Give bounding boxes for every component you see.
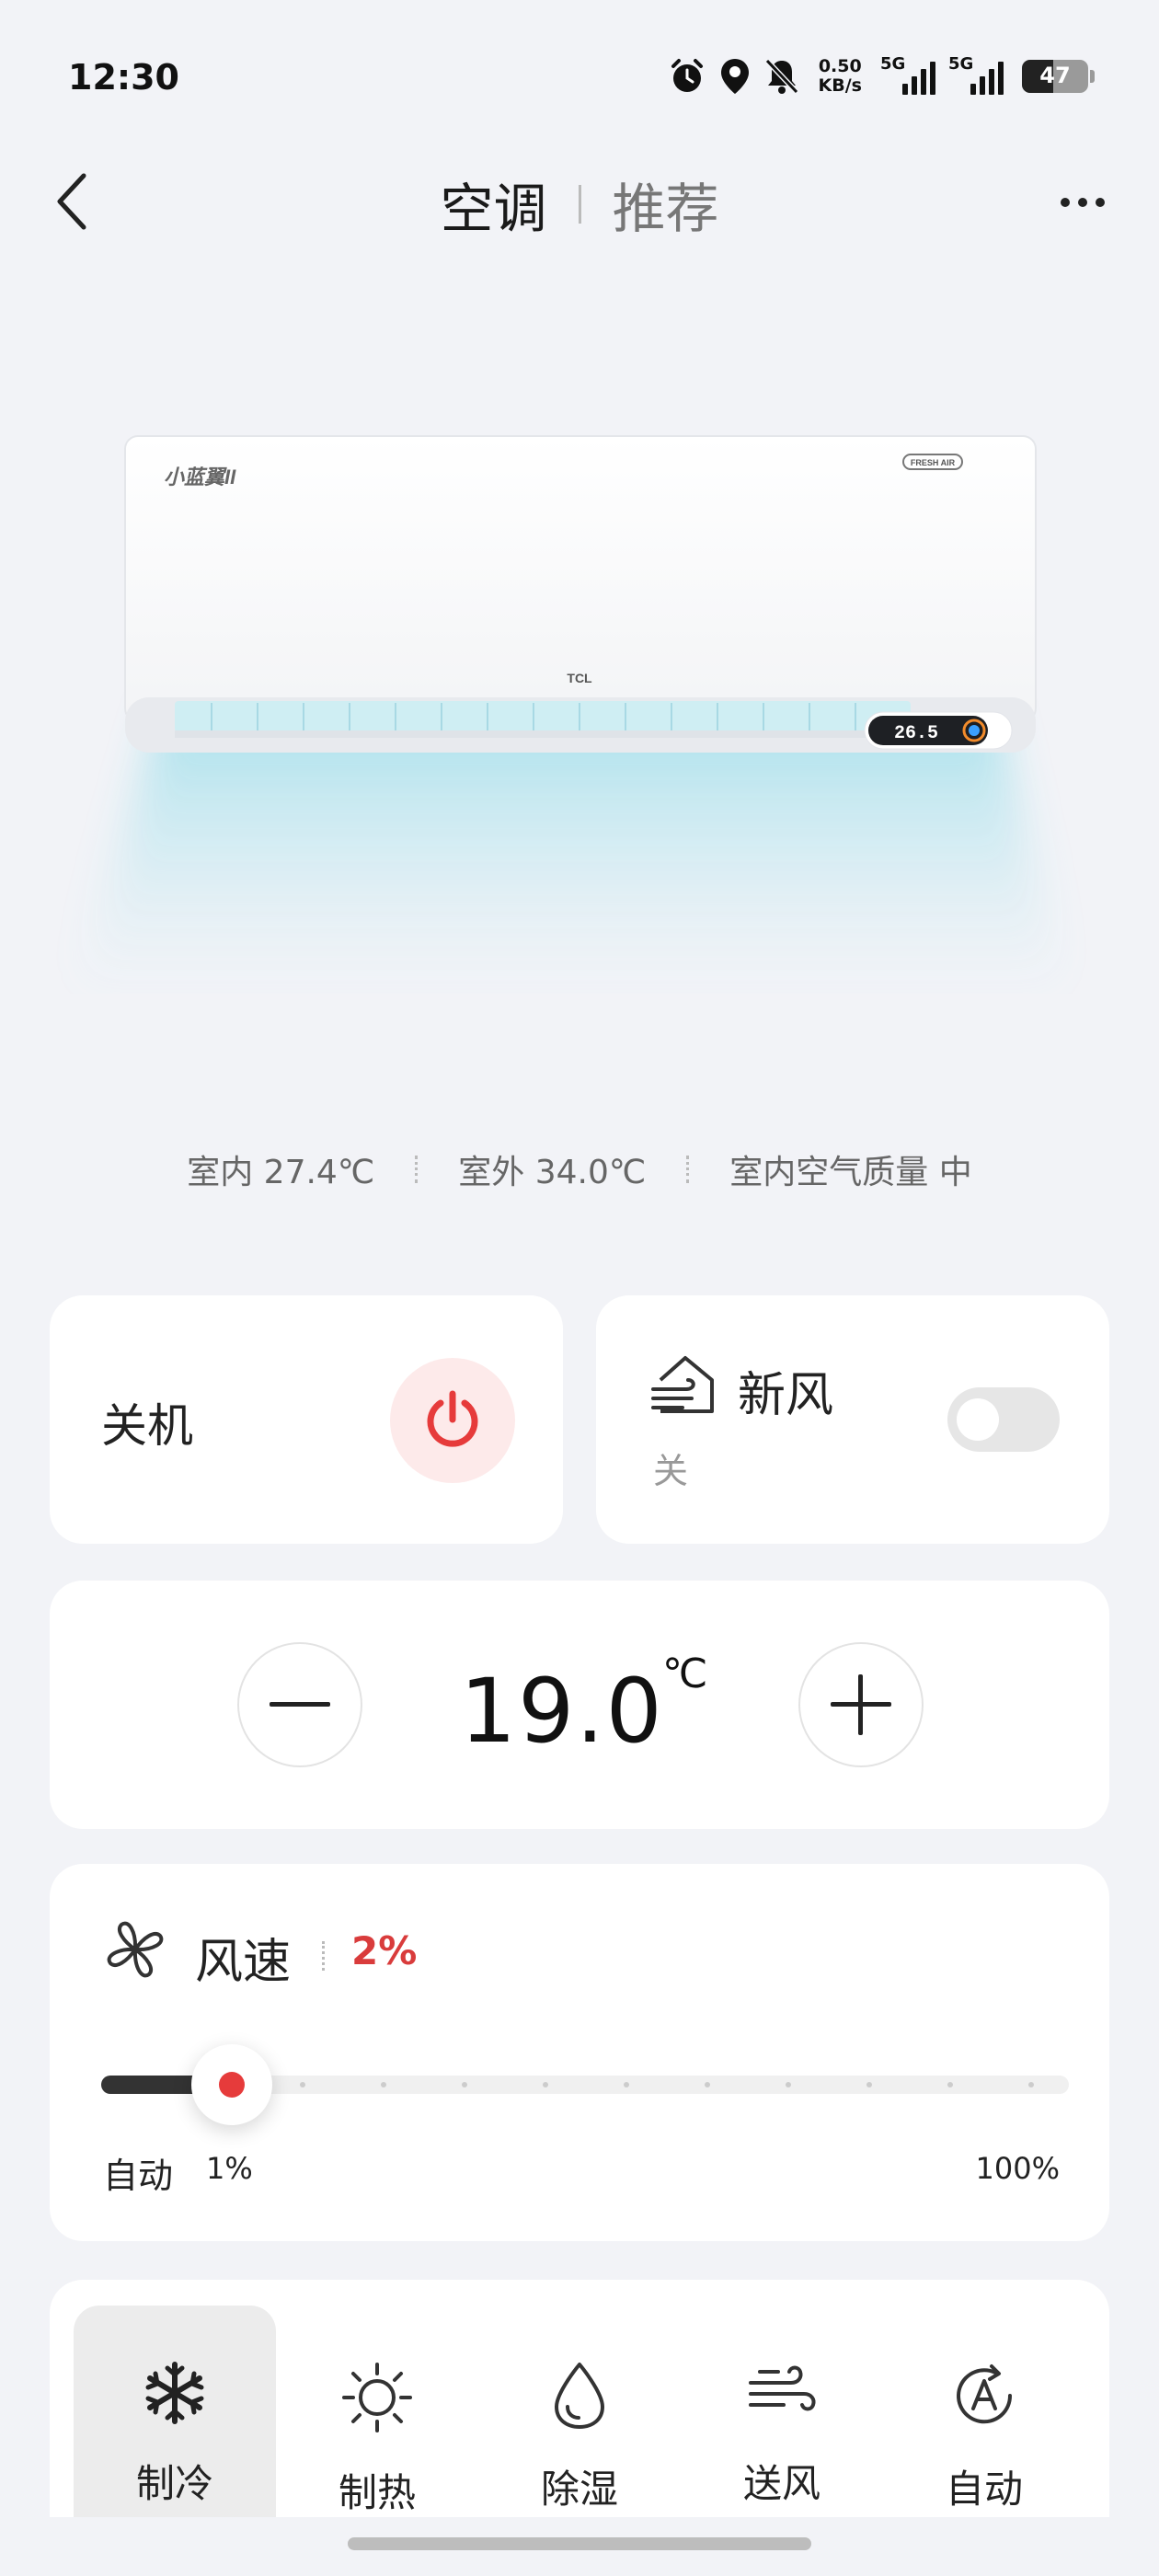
outdoor-temp: 室外 34.0℃	[458, 1154, 647, 1191]
location-icon	[720, 59, 749, 94]
fresh-air-status: 关	[653, 1451, 689, 1491]
power-button[interactable]	[390, 1358, 515, 1483]
slider-tick	[300, 2082, 305, 2087]
mode-fan[interactable]: 送风	[681, 2306, 883, 2545]
fresh-air-card: 新风 关	[596, 1295, 1109, 1544]
fresh-air-toggle[interactable]	[947, 1387, 1060, 1452]
temperature-card: 19.0 ℃	[50, 1581, 1109, 1829]
slider-tick	[624, 2082, 629, 2087]
fresh-air-icon	[651, 1356, 714, 1413]
slider-tick	[381, 2082, 386, 2087]
minus-icon	[270, 1702, 330, 1707]
power-card: 关机	[50, 1295, 563, 1544]
environment-info: 室内 27.4℃ 室外 34.0℃ 室内空气质量 中	[0, 1145, 1159, 1193]
power-label: 关机	[101, 1399, 193, 1453]
ac-fresh-air-badge: FRESH AIR	[911, 458, 956, 467]
mode-label: 除湿	[540, 2467, 618, 2512]
slider-tick	[947, 2082, 953, 2087]
water-drop-icon	[555, 2363, 604, 2429]
net-speed-value: 0.50	[818, 56, 862, 76]
snowflake-icon	[145, 2362, 204, 2424]
temperature-value: 19.0	[460, 1660, 664, 1763]
wind-icon	[749, 2365, 816, 2411]
mode-heat[interactable]: 制热	[276, 2306, 478, 2545]
status-icons: 0.50 KB/s 5G 5G 47	[668, 53, 1095, 99]
alarm-icon	[671, 59, 703, 92]
slider-min-value: 1%	[206, 2151, 253, 2186]
toggle-knob	[957, 1398, 999, 1441]
fan-speed-divider	[322, 1941, 325, 1971]
slider-max-value: 100%	[975, 2151, 1060, 2186]
power-icon	[427, 1390, 478, 1447]
slider-tick	[462, 2082, 467, 2087]
mode-label: 制冷	[135, 2461, 213, 2506]
mode-label: 制热	[338, 2470, 416, 2515]
more-dots-icon	[1061, 198, 1070, 207]
ac-device-image: 小蓝翼II FRESH AIR TCL 26.5	[55, 405, 1104, 994]
auto-mode-icon	[957, 2364, 1013, 2424]
slider-tick	[705, 2082, 710, 2087]
fan-speed-value: 2%	[351, 1928, 418, 1973]
ac-brand-small: 小蓝翼II	[164, 466, 236, 489]
fan-icon	[107, 1921, 164, 1978]
signal-icon-2: 5G	[948, 54, 1004, 95]
slider-tick	[543, 2082, 548, 2087]
temperature-increase-button[interactable]	[798, 1642, 924, 1767]
battery-level: 47	[1039, 63, 1071, 88]
slider-tick	[786, 2082, 791, 2087]
info-divider	[415, 1156, 419, 1183]
status-time: 12:30	[68, 57, 179, 98]
tab-air-conditioner[interactable]: 空调	[440, 166, 546, 243]
slider-min-label: 自动	[103, 2156, 174, 2196]
fresh-air-title: 新风	[738, 1368, 834, 1423]
home-indicator[interactable]	[348, 2537, 811, 2550]
mode-dehumidify[interactable]: 除湿	[478, 2306, 681, 2545]
plus-icon	[831, 1674, 891, 1735]
mode-list: 制冷 制热 除湿 送风 自动	[74, 2306, 1085, 2545]
battery-icon: 47	[1022, 60, 1088, 93]
ac-brand: TCL	[567, 671, 592, 685]
info-divider	[686, 1156, 690, 1183]
tab-recommend[interactable]: 推荐	[613, 166, 719, 243]
slider-tick	[1028, 2082, 1034, 2087]
mode-cool[interactable]: 制冷	[74, 2306, 276, 2545]
header-tabs: 空调 推荐	[0, 166, 1159, 243]
slider-tick	[866, 2082, 872, 2087]
net-speed: 0.50 KB/s	[819, 57, 862, 96]
fan-speed-card: 风速 2% 自动 1% 100%	[50, 1864, 1109, 2241]
header: 空调 推荐	[0, 156, 1159, 248]
indoor-temp: 室内 27.4℃	[187, 1154, 375, 1191]
signal-icon: 5G	[880, 54, 935, 95]
slider-thumb[interactable]	[191, 2044, 272, 2125]
status-bar: 12:30 0.50 KB/s 5G 5G 47	[0, 0, 1159, 138]
mode-label: 自动	[945, 2467, 1023, 2512]
air-quality: 室内空气质量 中	[729, 1154, 972, 1191]
sun-icon	[342, 2363, 412, 2432]
net-speed-unit: KB/s	[818, 75, 862, 96]
sim1-label: 5G	[880, 54, 906, 74]
tab-divider	[578, 185, 581, 224]
mode-auto[interactable]: 自动	[883, 2306, 1085, 2545]
mute-bell-icon	[764, 58, 798, 95]
sim2-label: 5G	[948, 54, 974, 74]
mode-label: 送风	[742, 2461, 820, 2506]
ac-display-temp: 26.5	[894, 723, 938, 744]
temperature-unit: ℃	[662, 1650, 708, 1697]
fan-speed-slider[interactable]	[101, 2044, 1069, 2125]
fan-speed-title: 风速	[195, 1935, 292, 1990]
temperature-decrease-button[interactable]	[237, 1642, 362, 1767]
more-button[interactable]	[1050, 177, 1115, 228]
